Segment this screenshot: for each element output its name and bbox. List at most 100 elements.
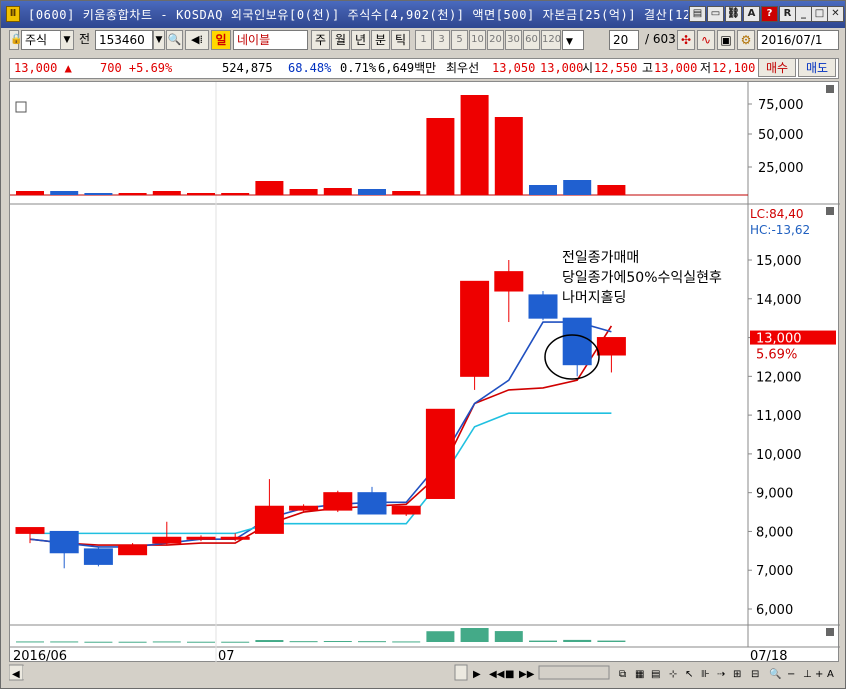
chart-area[interactable]: 75,000 50,000 25,000 15,000 14,000 13,000 12,0… [9, 81, 840, 664]
panel-close-icon[interactable] [826, 628, 834, 636]
count-input[interactable]: 20 [609, 30, 639, 50]
period-button[interactable]: 월 [331, 30, 350, 50]
minute-button[interactable]: 20 [487, 30, 504, 50]
help-icon[interactable]: ? [761, 6, 778, 22]
stop-icon[interactable]: ■ [505, 669, 514, 680]
grid-icon[interactable]: ▤ [651, 669, 660, 680]
sub-volume-bar [289, 641, 318, 643]
sub-volume-bar [16, 641, 44, 643]
volume-bar [187, 193, 215, 195]
volume-bar [152, 191, 181, 195]
volume-bar [426, 118, 455, 195]
line-tool-icon[interactable]: ⇢ [717, 669, 725, 680]
period-button[interactable]: 년 [351, 30, 370, 50]
panel-close-icon[interactable] [826, 207, 834, 215]
candle-body [562, 317, 592, 366]
turnover: 0.71% [340, 61, 377, 75]
low-price: 12,100 [712, 61, 756, 75]
crosshair-icon[interactable]: ⊹ [669, 669, 677, 680]
sub-volume-bar [187, 641, 215, 643]
candle-body [49, 530, 79, 554]
zoom-reset-icon[interactable]: ⊥ [803, 669, 812, 680]
buy-button[interactable]: 매수 [758, 58, 796, 77]
change: 700 +5.69% [100, 61, 173, 75]
zoom-out-icon[interactable]: − [787, 669, 795, 680]
bar-type-icon[interactable]: ⊪ [701, 669, 710, 680]
scroll-thumb[interactable] [454, 664, 468, 681]
zoom-in-icon[interactable]: + [815, 669, 823, 680]
speaker-icon[interactable]: ◀⁞ [185, 30, 209, 50]
candle-body [528, 294, 558, 319]
minute-button[interactable]: 30 [505, 30, 522, 50]
alert-icon[interactable]: A [743, 6, 760, 22]
low-label: 저 [700, 61, 712, 75]
bottom-svg: ◀ ▶ ◀◀ ■ ▶▶ ⧉ ▦ ▤ ⊹ ↖ ⊪ ⇢ ⊞ ⊟ 🔍 − ⊥ + A [8, 664, 834, 681]
restore-icon[interactable]: R [779, 6, 796, 22]
forward-icon[interactable]: ▶▶ [519, 669, 535, 680]
cursor-icon[interactable]: ↖ [685, 669, 693, 680]
window-tile-icon[interactable]: ▭ [707, 6, 724, 22]
x-axis-label: 07/18 [750, 649, 787, 663]
volume-bar [460, 95, 489, 195]
speed-slider[interactable] [538, 665, 610, 680]
play-icon[interactable]: ▶ [473, 669, 481, 680]
search-icon[interactable]: 🔍 [166, 30, 183, 50]
sub-volume-bar [50, 641, 79, 643]
grid-table-icon[interactable] [15, 101, 27, 113]
save-icon[interactable]: ▣ [717, 30, 735, 50]
period-button[interactable]: 틱 [391, 30, 410, 50]
candle-body [83, 548, 113, 565]
candle-body [494, 271, 524, 292]
zoom-icon[interactable]: 🔍 [769, 667, 781, 680]
scale-icon[interactable]: ⊟ [751, 669, 759, 680]
tool-icon[interactable]: ✣ [677, 30, 695, 50]
annotation-text: 전일종가매매 [562, 250, 639, 266]
lock-icon[interactable]: 🔒 [9, 30, 22, 50]
market-select[interactable]: 주식 [21, 30, 61, 50]
volume-bar [16, 191, 44, 195]
minute-button[interactable]: 5 [451, 30, 468, 50]
x-axis-label: 2016/06 [13, 649, 67, 663]
gear-icon[interactable]: ⚙ [737, 30, 755, 50]
minute-button[interactable]: 10 [469, 30, 486, 50]
candle-body [118, 544, 148, 556]
maximize-button[interactable]: □ [811, 6, 828, 22]
high-label: 고 [642, 61, 654, 75]
fit-icon[interactable]: ⊞ [733, 669, 741, 680]
open-price: 12,550 [594, 61, 638, 75]
price-tick-label: 8,000 [756, 525, 793, 540]
chart-svg[interactable]: 75,000 50,000 25,000 15,000 14,000 13,000 12,0… [10, 82, 840, 664]
panel-close-icon[interactable] [826, 85, 834, 93]
market-dropdown-icon[interactable]: ▼ [60, 30, 74, 50]
chevron-down-icon: ▼ [566, 37, 573, 47]
link-icon[interactable]: ⛓ [725, 6, 742, 22]
indicator-icon[interactable]: ∿ [697, 30, 715, 50]
minute-button[interactable]: 1 [415, 30, 432, 50]
sell-button[interactable]: 매도 [798, 58, 836, 77]
minute-button[interactable]: 120 [541, 30, 561, 50]
code-input[interactable]: 153460 [95, 30, 153, 50]
date-input[interactable]: 2016/07/1 [757, 30, 839, 50]
scroll-track[interactable] [23, 666, 463, 679]
company-name: 네이블 [233, 30, 308, 50]
close-button[interactable]: ✕ [827, 6, 844, 22]
volume-bar [323, 188, 352, 195]
period-button[interactable]: 주 [311, 30, 330, 50]
volume-tick-label: 75,000 [758, 98, 804, 113]
minute-button[interactable]: 60 [523, 30, 540, 50]
layout-icon[interactable]: ▦ [635, 669, 644, 680]
volume-bar [494, 117, 523, 195]
volume-bar [358, 189, 386, 195]
minute-dropdown[interactable]: ▼ [562, 30, 584, 50]
period-button[interactable]: 분 [371, 30, 390, 50]
code-dropdown-icon[interactable]: ▼ [153, 30, 165, 50]
annotation-text: 당일종가에50%수익실현후 [562, 270, 722, 286]
minimize-button[interactable]: _ [795, 6, 812, 22]
price-tick-label: 7,000 [756, 564, 793, 579]
rewind-icon[interactable]: ◀◀ [489, 669, 505, 680]
window-icon[interactable]: ⧉ [619, 669, 626, 680]
minute-button[interactable]: 3 [433, 30, 450, 50]
period-selected[interactable]: 일 [211, 30, 231, 50]
window-list-icon[interactable]: ▤ [689, 6, 706, 22]
auto-scale-icon[interactable]: A [827, 669, 834, 680]
